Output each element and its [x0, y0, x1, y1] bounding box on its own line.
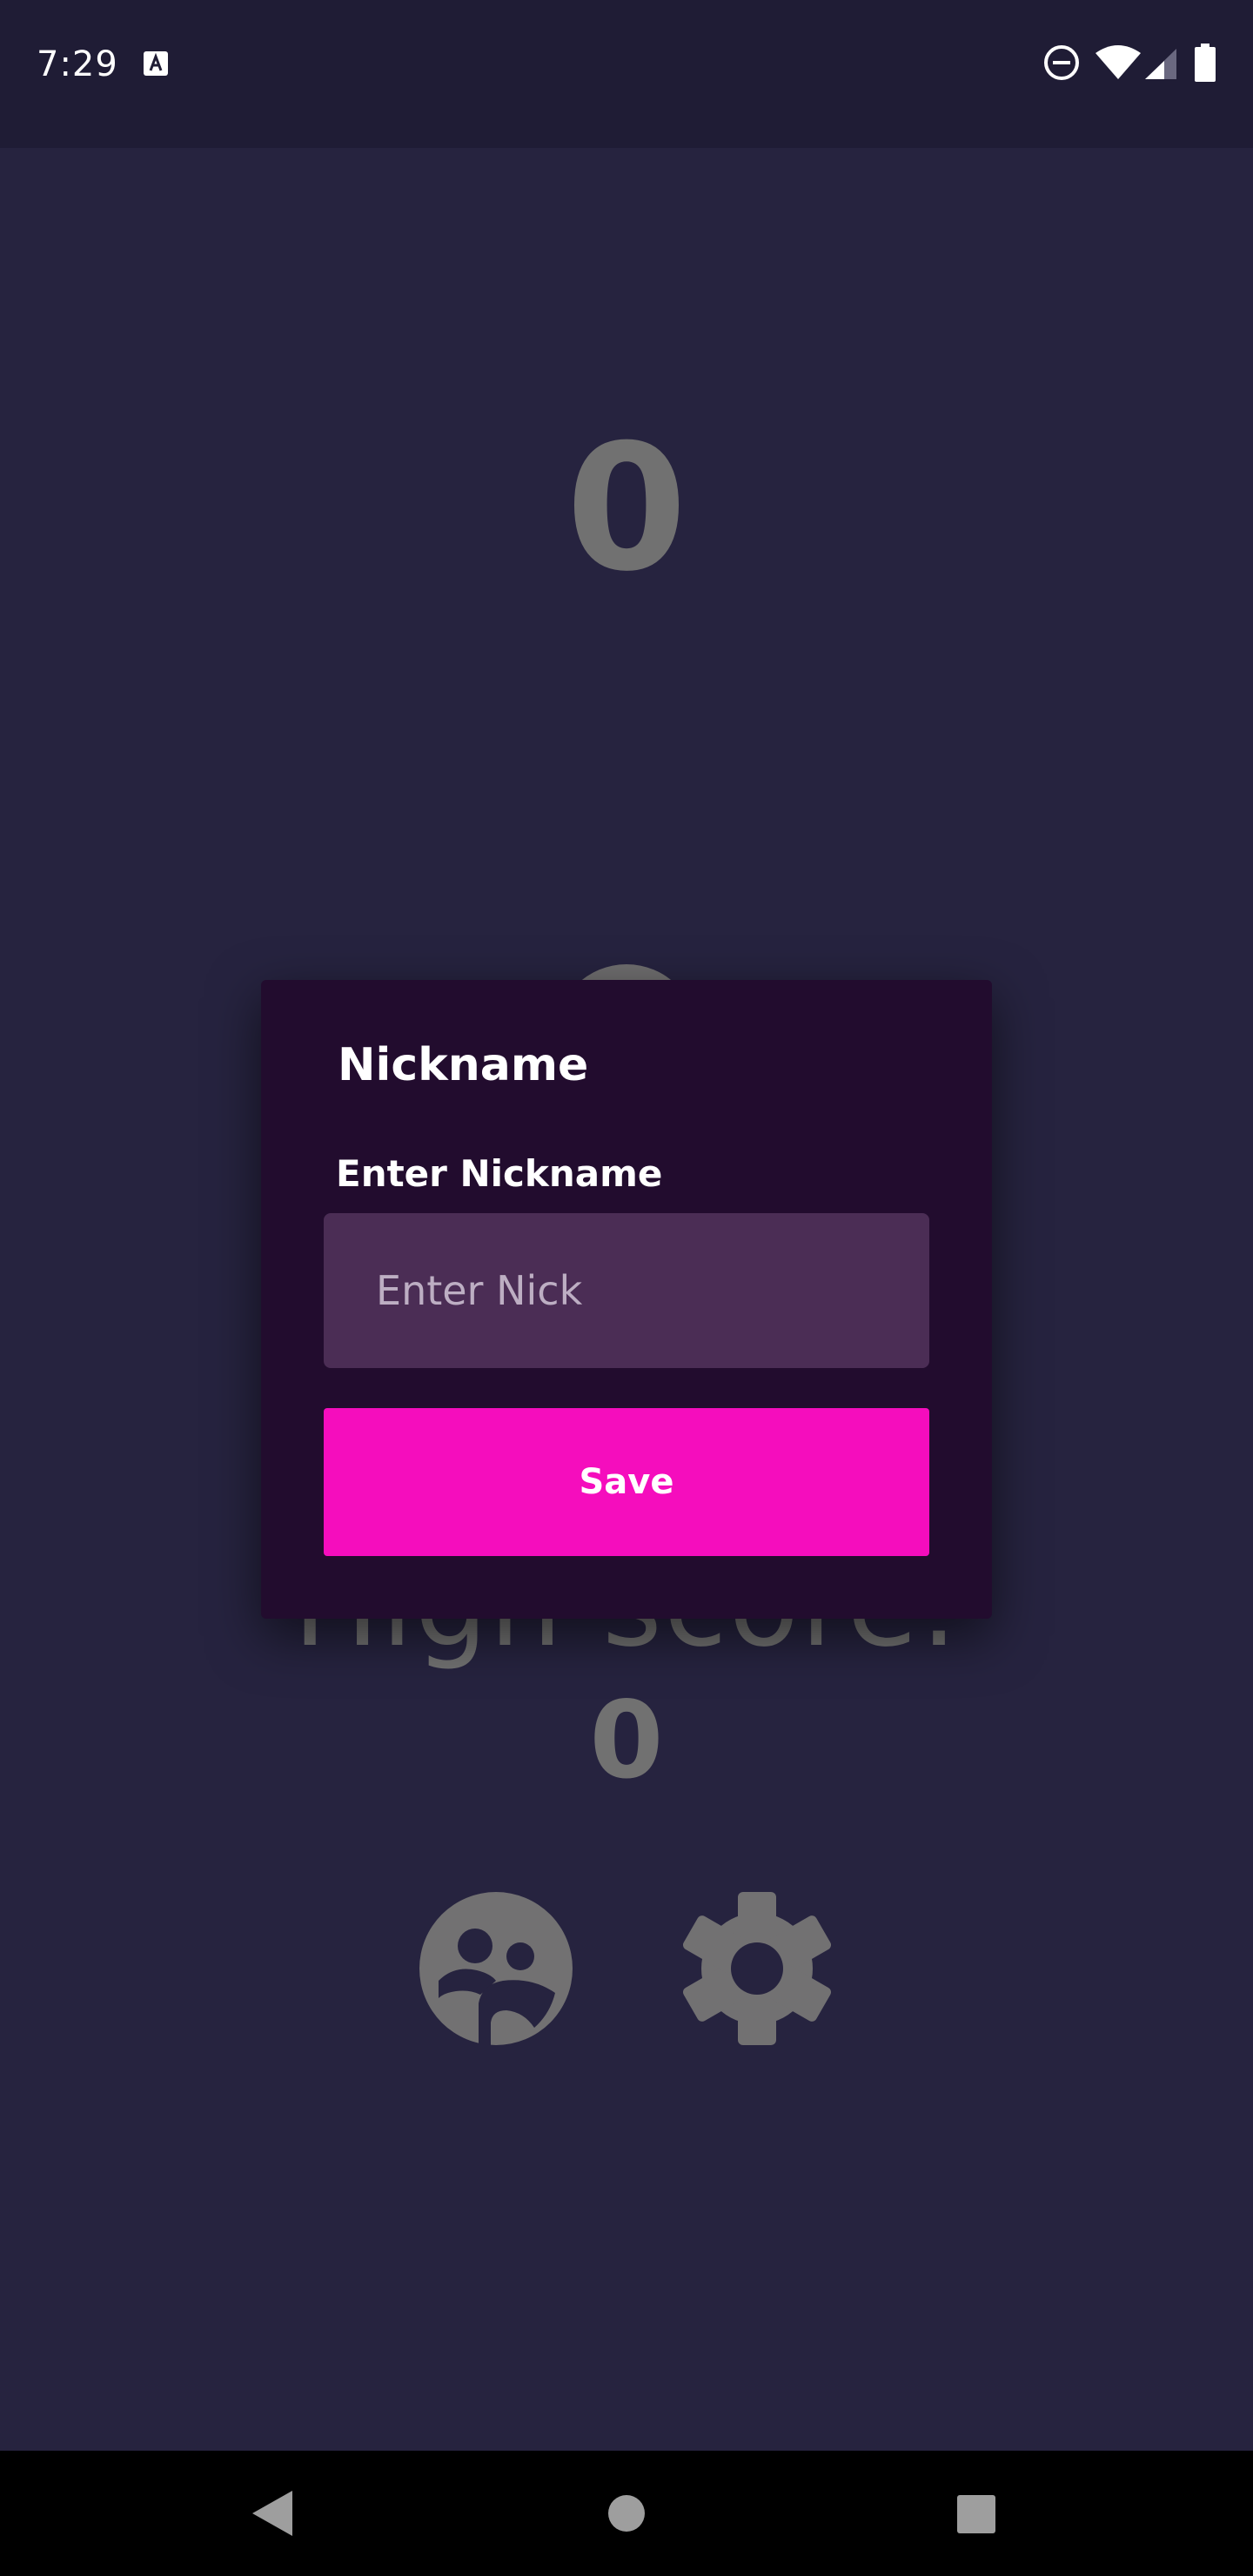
do-not-disturb-icon [1044, 45, 1079, 80]
nickname-dialog: Nickname Enter Nickname Save [261, 980, 992, 1619]
dialog-title: Nickname [338, 1039, 589, 1091]
battery-icon [1195, 44, 1216, 82]
home-icon[interactable] [607, 2494, 646, 2532]
status-time: 7:29 [37, 44, 118, 84]
score-display: 0 [566, 407, 687, 610]
wifi-icon [1096, 45, 1141, 79]
leaderboard-icon[interactable] [419, 1892, 573, 2045]
high-score-value: 0 [589, 1679, 664, 1802]
back-icon[interactable] [251, 2489, 294, 2538]
navigation-bar [0, 2451, 1253, 2576]
status-bar: 7:29 [0, 0, 1253, 148]
app-screen: 7:29 0 High score: 0 [0, 0, 1253, 2576]
cell-signal-icon [1145, 49, 1176, 79]
nickname-input[interactable] [324, 1213, 929, 1368]
recents-icon[interactable] [956, 2494, 996, 2534]
settings-icon[interactable] [680, 1892, 834, 2045]
save-button[interactable]: Save [324, 1408, 929, 1556]
nickname-field-label: Enter Nickname [336, 1152, 663, 1195]
a-notification-icon [144, 51, 168, 76]
